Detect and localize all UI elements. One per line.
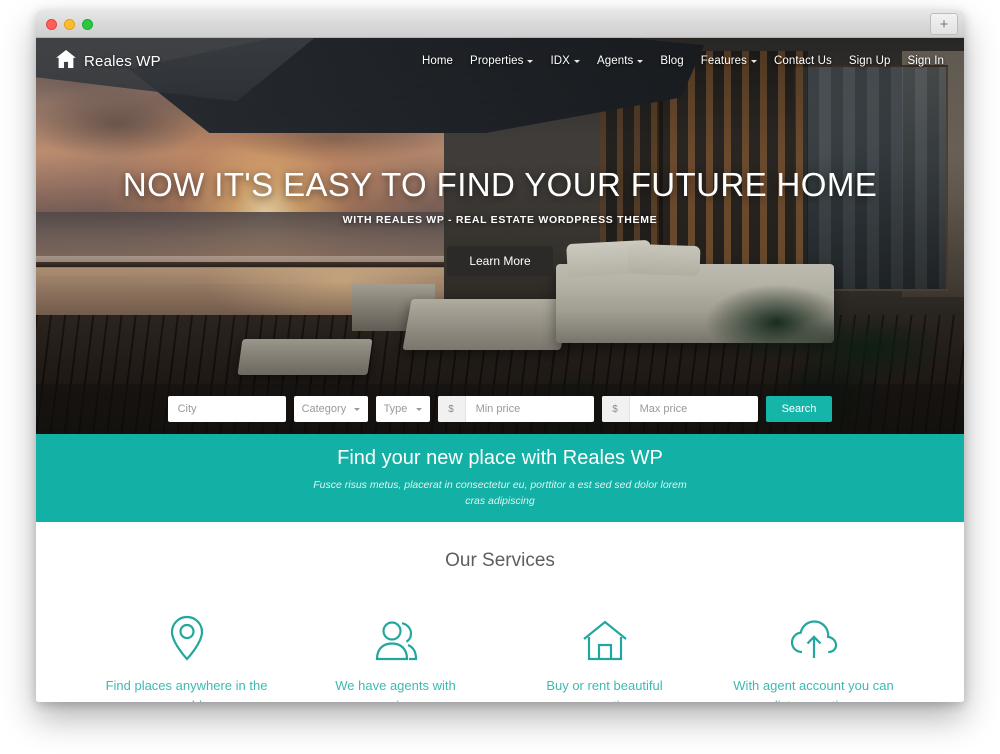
category-select[interactable]: Category <box>293 396 368 422</box>
service-agent-account[interactable]: With agent account you can list properti… <box>709 614 918 702</box>
browser-titlebar: + <box>36 10 964 38</box>
chevron-down-icon <box>637 60 644 63</box>
chevron-down-icon <box>415 407 422 411</box>
min-price-input[interactable]: $ Min price <box>437 396 594 422</box>
nav-label: Features <box>700 55 747 67</box>
brand-name: Reales WP <box>84 52 161 70</box>
people-icon <box>291 614 500 662</box>
hero-subtitle: WITH REALES WP - REAL ESTATE WORDPRESS T… <box>342 214 658 226</box>
learn-more-button[interactable]: Learn More <box>447 246 553 276</box>
services-section: Our Services Find places anywhere in the… <box>36 522 964 702</box>
promo-title: Find your new place with Reales WP <box>337 447 663 470</box>
main-menu: Home Properties IDX Agents Blog Features… <box>422 55 944 67</box>
nav-label: IDX <box>550 55 570 67</box>
nav-item-contact-us[interactable]: Contact Us <box>774 55 832 67</box>
currency-icon: $ <box>437 396 466 422</box>
service-caption: Find places anywhere in the world <box>105 678 268 702</box>
close-window-button[interactable] <box>46 19 57 30</box>
city-input[interactable]: City <box>167 396 286 422</box>
max-price-placeholder: Max price <box>639 403 688 415</box>
chevron-down-icon <box>750 60 757 63</box>
nav-label: Sign In <box>907 55 944 67</box>
max-price-input[interactable]: $ Max price <box>601 396 758 422</box>
cloud-upload-icon <box>709 614 918 662</box>
hero-title: NOW IT'S EASY TO FIND YOUR FUTURE HOME <box>122 166 878 203</box>
service-buy-rent[interactable]: Buy or rent beautiful properties <box>500 614 709 702</box>
search-button[interactable]: Search <box>765 396 833 422</box>
service-find-places[interactable]: Find places anywhere in the world <box>82 614 291 702</box>
promo-subtitle: Fusce risus metus, placerat in consectet… <box>313 479 687 507</box>
nav-item-sign-up[interactable]: Sign Up <box>849 55 891 67</box>
nav-item-agents[interactable]: Agents <box>596 55 644 67</box>
chevron-down-icon <box>573 60 580 63</box>
minimize-window-button[interactable] <box>64 19 75 30</box>
nav-item-sign-in[interactable]: Sign In <box>907 55 944 67</box>
nav-item-features[interactable]: Features <box>701 55 757 67</box>
chevron-down-icon <box>353 407 360 411</box>
min-price-placeholder: Min price <box>475 403 521 415</box>
nav-label: Blog <box>660 55 684 67</box>
nav-label: Sign Up <box>848 55 891 67</box>
service-caption: With agent account you can list properti… <box>733 678 894 702</box>
nav-label: Agents <box>596 55 634 67</box>
nav-item-idx[interactable]: IDX <box>550 55 580 67</box>
property-search-bar: City Category Type $ Min price $ Max pri… <box>36 384 964 434</box>
nav-label: Home <box>421 55 454 67</box>
type-select[interactable]: Type <box>375 396 430 422</box>
nav-label: Contact Us <box>773 55 832 67</box>
zoom-window-button[interactable] <box>82 19 93 30</box>
services-grid: Find places anywhere in the world We hav… <box>36 614 964 702</box>
type-label: Type <box>383 403 408 415</box>
page-viewport: Reales WP Home Properties IDX Agents Blo… <box>36 38 964 702</box>
nav-item-home[interactable]: Home <box>422 55 453 67</box>
category-label: Category <box>301 403 347 415</box>
nav-label: Properties <box>470 55 524 67</box>
browser-window: + Reales WP Home Properties IDX Agents B… <box>36 10 964 702</box>
services-title: Our Services <box>445 550 555 571</box>
chevron-down-icon <box>527 60 534 63</box>
new-tab-button[interactable]: + <box>930 13 958 35</box>
house-icon <box>500 614 709 662</box>
nav-item-properties[interactable]: Properties <box>470 55 534 67</box>
map-pin-icon <box>82 614 291 662</box>
promo-banner: Find your new place with Reales WP Fusce… <box>36 434 964 522</box>
site-navbar: Reales WP Home Properties IDX Agents Blo… <box>36 38 964 84</box>
hero-content: NOW IT'S EASY TO FIND YOUR FUTURE HOME W… <box>36 166 964 276</box>
window-controls <box>46 19 93 30</box>
service-agents[interactable]: We have agents with experience <box>291 614 500 702</box>
hero-section: Reales WP Home Properties IDX Agents Blo… <box>36 38 964 434</box>
home-icon <box>56 49 76 73</box>
site-logo[interactable]: Reales WP <box>56 49 161 73</box>
nav-item-blog[interactable]: Blog <box>660 55 683 67</box>
service-caption: We have agents with experience <box>335 678 456 702</box>
service-caption: Buy or rent beautiful properties <box>546 678 663 702</box>
currency-icon: $ <box>601 396 630 422</box>
